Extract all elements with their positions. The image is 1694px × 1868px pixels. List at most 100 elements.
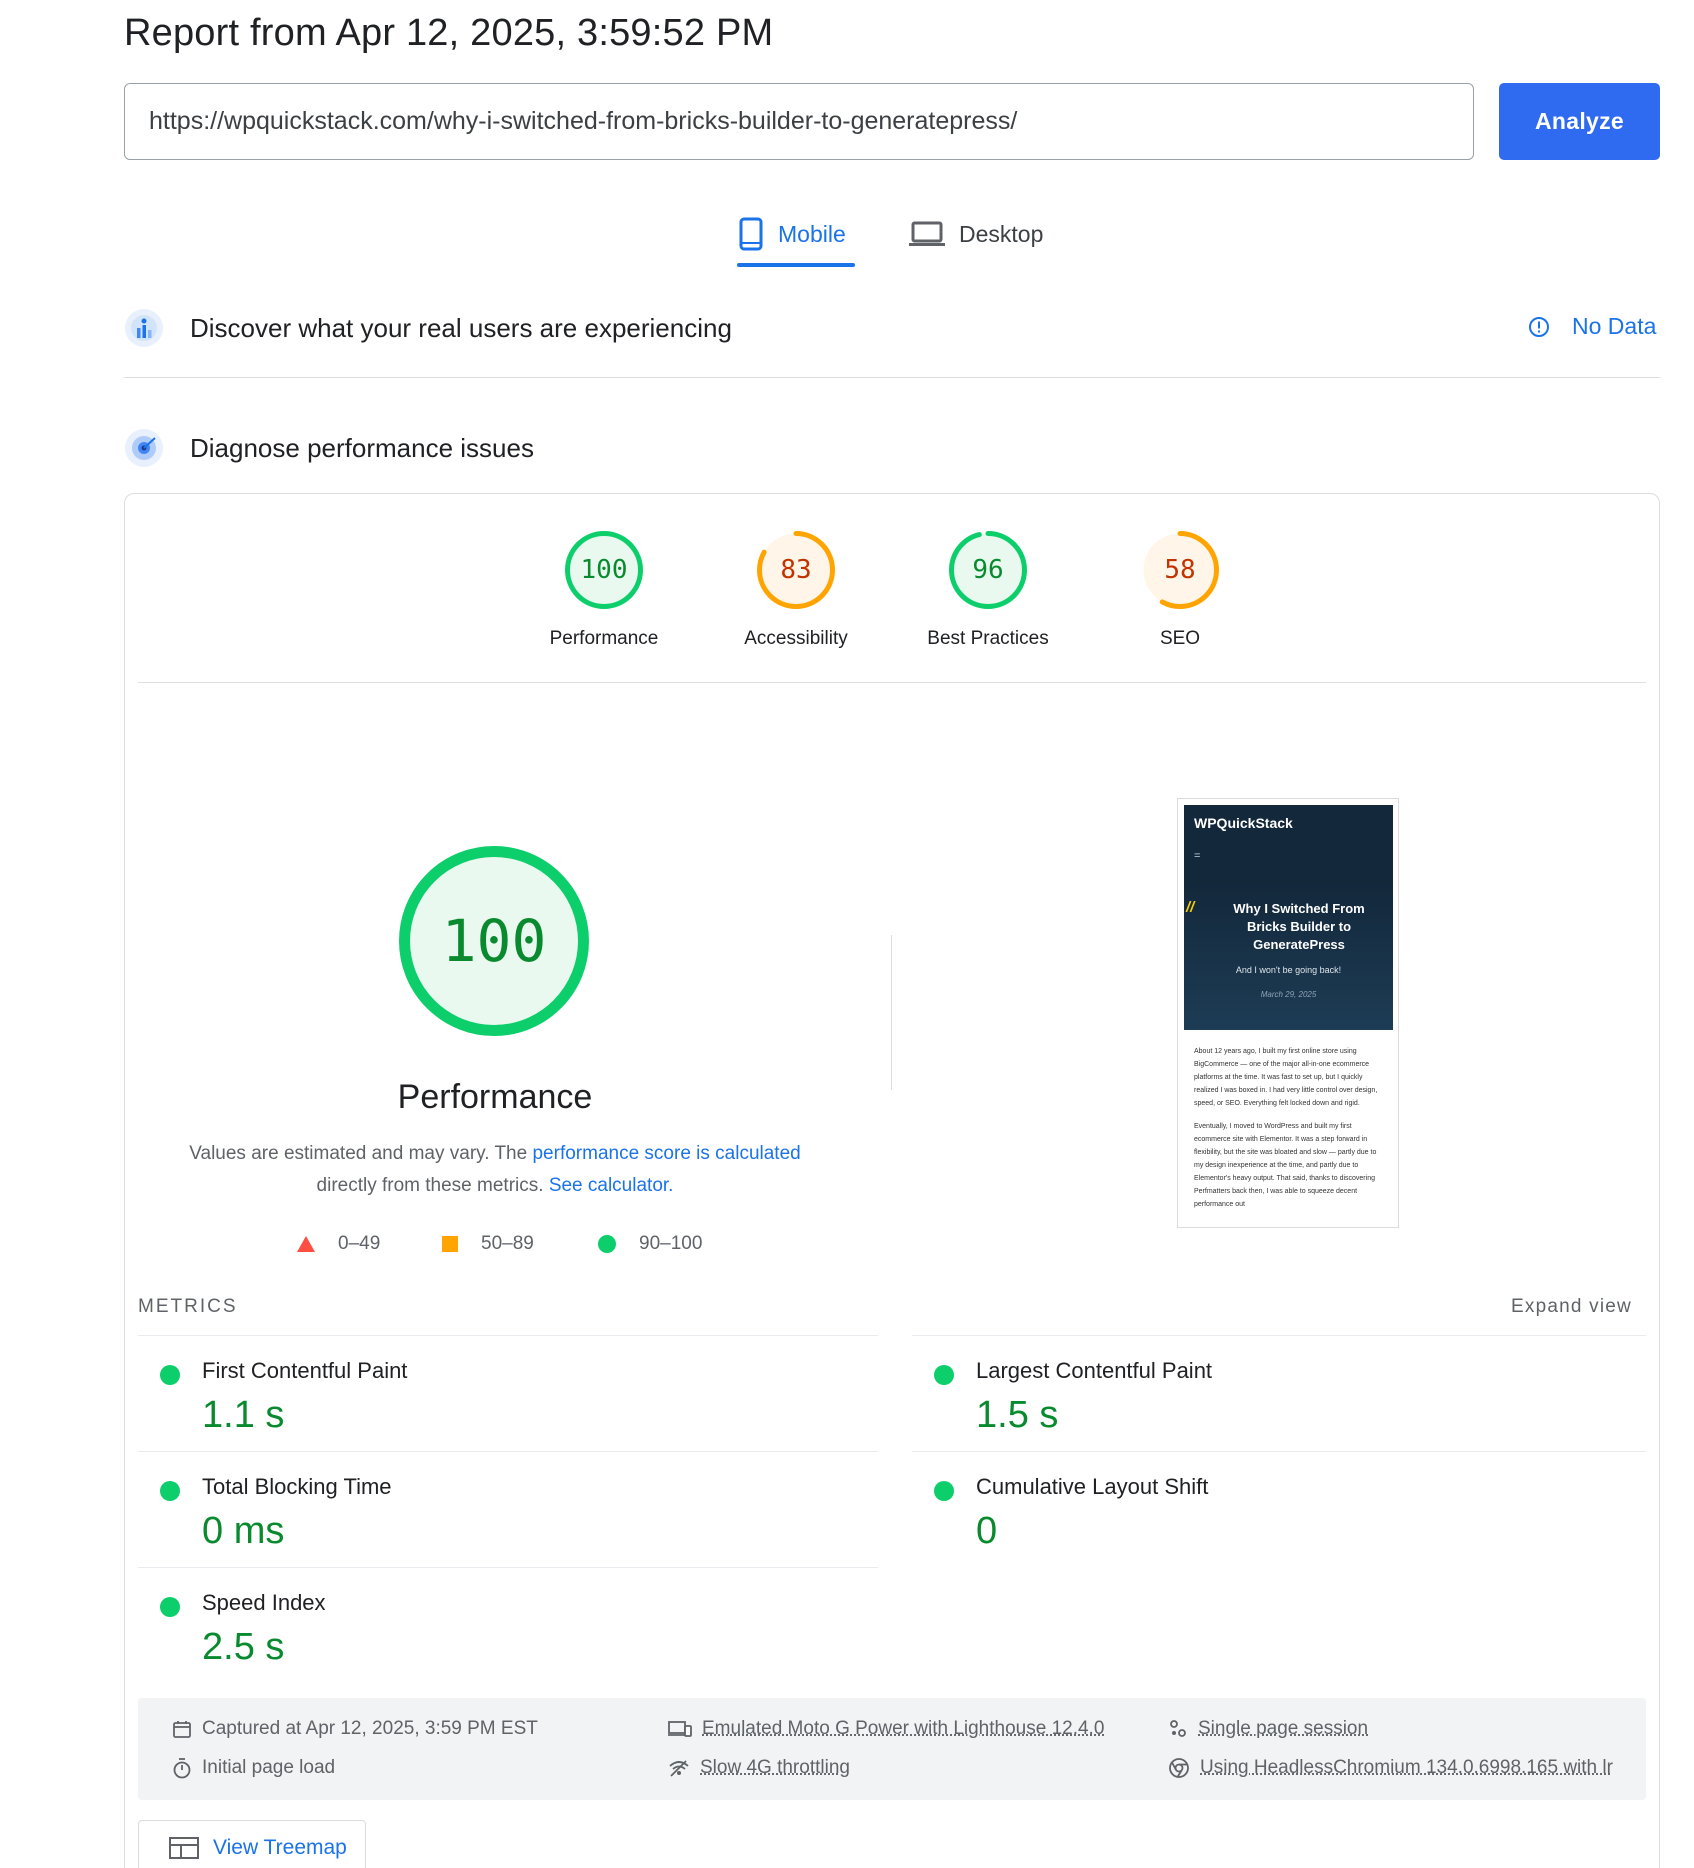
runtime-text: Using HeadlessChromium 134.0.6998.165 wi…	[1200, 1757, 1613, 1779]
tab-desktop[interactable]: Desktop	[909, 208, 1043, 260]
gauge-label: Best Practices	[908, 628, 1068, 650]
metric-label: Cumulative Layout Shift	[976, 1474, 1208, 1500]
field-data-title: Discover what your real users are experi…	[190, 313, 732, 344]
vertical-separator	[891, 935, 892, 1090]
gauge-score: 96	[948, 530, 1028, 610]
metric-cumulative-layout-shift: Cumulative Layout Shift 0	[912, 1452, 1612, 1568]
metric-value: 0 ms	[202, 1510, 284, 1553]
runtime-browser[interactable]: Using HeadlessChromium 134.0.6998.165 wi…	[1168, 1757, 1618, 1779]
runtime-session[interactable]: Single page session	[1168, 1718, 1368, 1740]
disclaimer-text: Values are estimated and may vary. The	[189, 1143, 532, 1164]
performance-score: 100	[398, 845, 590, 1037]
thumbnail-paragraph: About 12 years ago, I built my first onl…	[1194, 1045, 1386, 1110]
metric-first-contentful-paint: First Contentful Paint 1.1 s	[138, 1336, 838, 1452]
thumbnail-subtitle: And I won't be going back!	[1184, 965, 1393, 975]
runtime-captured: Captured at Apr 12, 2025, 3:59 PM EST	[172, 1718, 538, 1740]
gauge-ring: 100	[564, 530, 644, 610]
thumbnail-brand: WPQuickStack	[1194, 815, 1293, 831]
view-treemap-button[interactable]: View Treemap	[138, 1820, 366, 1868]
gauge-ring: 58	[1140, 530, 1220, 610]
thumbnail-headline: Why I Switched From Bricks Builder to Ge…	[1214, 900, 1384, 954]
quote-icon: //	[1186, 899, 1194, 916]
see-calculator-link[interactable]: See calculator.	[549, 1175, 674, 1196]
smartphone-icon	[738, 217, 764, 251]
gauge-accessibility[interactable]: 83 Accessibility	[716, 530, 876, 650]
pass-circle-icon	[160, 1597, 180, 1617]
lab-data-title: Diagnose performance issues	[190, 433, 534, 464]
pass-circle-icon	[160, 1365, 180, 1385]
thumbnail-hero: WPQuickStack = // Why I Switched From Br…	[1184, 805, 1393, 1030]
gauge-best-practices[interactable]: 96 Best Practices	[908, 530, 1068, 650]
tab-mobile[interactable]: Mobile	[738, 208, 846, 260]
report-title: Report from Apr 12, 2025, 3:59:52 PM	[124, 12, 773, 55]
calendar-icon	[172, 1719, 192, 1739]
metric-value: 2.5 s	[202, 1626, 284, 1669]
field-data-section-header: Discover what your real users are experi…	[124, 308, 732, 348]
square-icon	[441, 1235, 459, 1253]
runtime-text: Single page session	[1198, 1718, 1368, 1740]
url-input[interactable]	[124, 83, 1474, 160]
metric-label: Largest Contentful Paint	[976, 1358, 1212, 1384]
legend-average: 50–89	[441, 1233, 534, 1255]
real-users-icon	[124, 308, 164, 348]
metric-value: 0	[976, 1510, 997, 1553]
analyze-button[interactable]: Analyze	[1499, 83, 1660, 160]
gauges-divider	[138, 682, 1646, 683]
devices-icon	[668, 1720, 692, 1738]
score-calculation-link[interactable]: performance score is calculated	[532, 1143, 800, 1164]
runtime-settings: Captured at Apr 12, 2025, 3:59 PM EST In…	[138, 1698, 1646, 1800]
metric-value: 1.1 s	[202, 1394, 284, 1437]
runtime-device[interactable]: Emulated Moto G Power with Lighthouse 12…	[668, 1718, 1104, 1740]
gauge-score: 83	[756, 530, 836, 610]
expand-view-toggle[interactable]: Expand view	[1511, 1296, 1632, 1318]
gauge-label: SEO	[1100, 628, 1260, 650]
runtime-text: Captured at Apr 12, 2025, 3:59 PM EST	[202, 1718, 538, 1740]
pass-circle-icon	[160, 1481, 180, 1501]
pass-circle-icon	[934, 1481, 954, 1501]
signal-icon	[668, 1759, 690, 1777]
metric-largest-contentful-paint: Largest Contentful Paint 1.5 s	[912, 1336, 1612, 1452]
gauge-ring: 96	[948, 530, 1028, 610]
disclaimer-text: directly from these metrics.	[317, 1175, 549, 1196]
laptop-icon	[909, 220, 945, 248]
no-data-label: No Data	[1572, 313, 1656, 340]
stopwatch-icon	[172, 1757, 192, 1779]
runtime-text: Slow 4G throttling	[700, 1757, 850, 1779]
info-icon	[1528, 316, 1550, 338]
gauge-score: 58	[1140, 530, 1220, 610]
performance-title: Performance	[300, 1078, 690, 1117]
no-data-indicator[interactable]: No Data	[1528, 313, 1656, 340]
gauge-label: Performance	[524, 628, 684, 650]
circle-icon	[597, 1234, 617, 1254]
pass-circle-icon	[934, 1365, 954, 1385]
pagespeed-report: Report from Apr 12, 2025, 3:59:52 PM Ana…	[0, 0, 1694, 1868]
metrics-heading: METRICS	[138, 1296, 238, 1318]
gauge-performance[interactable]: 100 Performance	[524, 530, 684, 650]
metric-label: Speed Index	[202, 1590, 326, 1616]
legend-range: 0–49	[338, 1233, 380, 1255]
hamburger-icon: =	[1194, 850, 1200, 862]
chrome-icon	[1168, 1757, 1190, 1779]
metric-label: First Contentful Paint	[202, 1358, 407, 1384]
runtime-text: Initial page load	[202, 1757, 335, 1779]
gauge-seo[interactable]: 58 SEO	[1100, 530, 1260, 650]
thumbnail-paragraph: Eventually, I moved to WordPress and bui…	[1194, 1120, 1386, 1211]
triangle-icon	[296, 1235, 316, 1253]
gauge-ring: 83	[756, 530, 836, 610]
thumbnail-date: March 29, 2025	[1184, 990, 1393, 999]
metric-value: 1.5 s	[976, 1394, 1058, 1437]
runtime-throttling[interactable]: Slow 4G throttling	[668, 1757, 850, 1779]
runtime-text: Emulated Moto G Power with Lighthouse 12…	[702, 1718, 1104, 1740]
diagnose-icon	[124, 428, 164, 468]
legend-range: 90–100	[639, 1233, 702, 1255]
final-screenshot[interactable]: WPQuickStack = // Why I Switched From Br…	[1177, 798, 1399, 1228]
section-divider	[124, 377, 1660, 378]
legend-range: 50–89	[481, 1233, 534, 1255]
tab-desktop-label: Desktop	[959, 221, 1043, 248]
metric-speed-index: Speed Index 2.5 s	[138, 1568, 838, 1684]
estimate-disclaimer: Values are estimated and may vary. The p…	[175, 1138, 815, 1202]
view-treemap-label: View Treemap	[213, 1836, 347, 1860]
thumbnail-body: About 12 years ago, I built my first onl…	[1194, 1045, 1386, 1221]
performance-score-gauge: 100	[398, 845, 590, 1037]
gauge-label: Accessibility	[716, 628, 876, 650]
